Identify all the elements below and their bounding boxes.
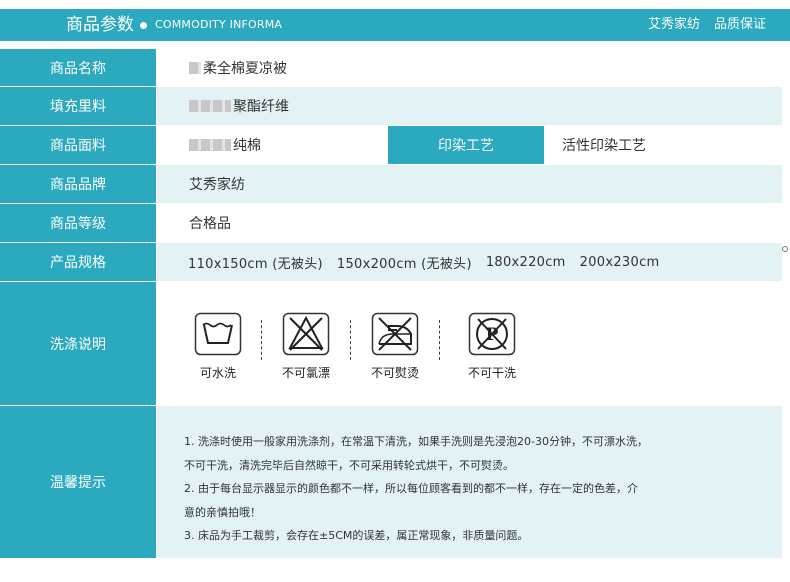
label-size: 产品规格 — [0, 243, 156, 281]
size-option: 150x200cm (无被头) — [336, 256, 472, 272]
value-filling: 聚酯纤维 — [157, 87, 782, 125]
value-fabric: 纯棉 — [157, 126, 388, 164]
edge-marker-icon — [782, 246, 788, 252]
row-wash: 洗涤说明 可水洗 不可氯漂 不可熨烫 不可干洗 — [0, 282, 790, 405]
section-header: 商品参数 COMMODITY INFORMA 艾秀家纺 品质保证 — [0, 9, 790, 41]
tip-line: 意的亲慎拍哦！ — [184, 505, 261, 519]
wash-item: P 不可干洗 — [447, 312, 537, 381]
hand-wash-icon — [194, 312, 242, 356]
value-grade: 合格品 — [157, 204, 782, 242]
wash-item: 不可熨烫 — [350, 312, 440, 381]
blurred-text — [189, 139, 231, 151]
blurred-text — [189, 100, 231, 112]
no-bleach-icon — [282, 312, 330, 356]
label-brand: 商品品牌 — [0, 165, 156, 203]
row-grade: 商品等级 合格品 — [0, 204, 790, 242]
tip-line: 不可干洗，清洗完毕后自然晾干，不可采用转轮式烘干，不可熨烫。 — [184, 458, 514, 472]
tips-text: 1. 洗涤时使用一般家用洗涤剂，在常温下清洗，如果手洗则是先浸泡20-30分钟，… — [157, 406, 782, 558]
value-size-list: 110x150cm (无被头) 150x200cm (无被头) 180x220c… — [157, 243, 782, 281]
wash-instructions: 可水洗 不可氯漂 不可熨烫 不可干洗 — [157, 282, 782, 405]
label-filling: 填充里料 — [0, 87, 156, 125]
row-product-name: 商品名称 柔全棉夏凉被 — [0, 49, 790, 86]
wash-item: 不可氯漂 — [261, 312, 351, 381]
row-brand: 商品品牌 艾秀家纺 — [0, 165, 790, 203]
header-quality: 品质保证 — [714, 17, 767, 32]
label-wash: 洗涤说明 — [0, 282, 156, 405]
dashed-divider — [439, 320, 440, 360]
commodity-table: 商品名称 柔全棉夏凉被 填充里料 聚酯纤维 商品面料 纯棉 印染工艺 活性印染工… — [0, 49, 790, 562]
label-dye-process: 印染工艺 — [388, 126, 544, 164]
no-dry-clean-icon: P — [468, 312, 516, 356]
row-tips: 温馨提示 1. 洗涤时使用一般家用洗涤剂，在常温下清洗，如果手洗则是先浸泡20-… — [0, 406, 790, 558]
tip-line: 2. 由于每台显示器显示的颜色都不一样，所以每位顾客看到的都不一样，存在一定的色… — [184, 482, 638, 495]
wash-item-label: 不可干洗 — [467, 366, 516, 380]
tip-line: 3. 床品为手工裁剪，会存在±5CM的误差，属正常现象，非质量问题。 — [184, 529, 529, 542]
section-title: 商品参数 — [66, 15, 134, 35]
row-size: 产品规格 110x150cm (无被头) 150x200cm (无被头) 180… — [0, 243, 790, 281]
header-brand: 艾秀家纺 — [648, 17, 701, 32]
label-tips: 温馨提示 — [0, 406, 156, 558]
size-option: 180x220cm — [485, 254, 566, 270]
size-option: 200x230cm — [579, 254, 660, 270]
bullet-dot-icon — [140, 22, 147, 29]
tip-line: 1. 洗涤时使用一般家用洗涤剂，在常温下清洗，如果手洗则是先浸泡20-30分钟，… — [184, 435, 648, 448]
value-product-name: 柔全棉夏凉被 — [157, 49, 782, 86]
blurred-text — [189, 61, 201, 74]
label-product-name: 商品名称 — [0, 49, 156, 86]
section-subtitle: COMMODITY INFORMA — [155, 18, 283, 31]
no-iron-icon — [371, 312, 419, 356]
wash-item-label: 不可氯漂 — [281, 366, 330, 380]
label-grade: 商品等级 — [0, 204, 156, 242]
wash-item: 可水洗 — [173, 312, 263, 381]
row-fabric: 商品面料 纯棉 印染工艺 活性印染工艺 — [0, 126, 790, 164]
size-option: 110x150cm (无被头) — [188, 256, 323, 272]
value-dye-process: 活性印染工艺 — [545, 126, 782, 164]
wash-item-label: 可水洗 — [199, 366, 236, 380]
row-filling: 填充里料 聚酯纤维 — [0, 87, 790, 125]
label-fabric: 商品面料 — [0, 126, 156, 164]
value-brand: 艾秀家纺 — [157, 165, 782, 203]
wash-item-label: 不可熨烫 — [370, 366, 419, 380]
